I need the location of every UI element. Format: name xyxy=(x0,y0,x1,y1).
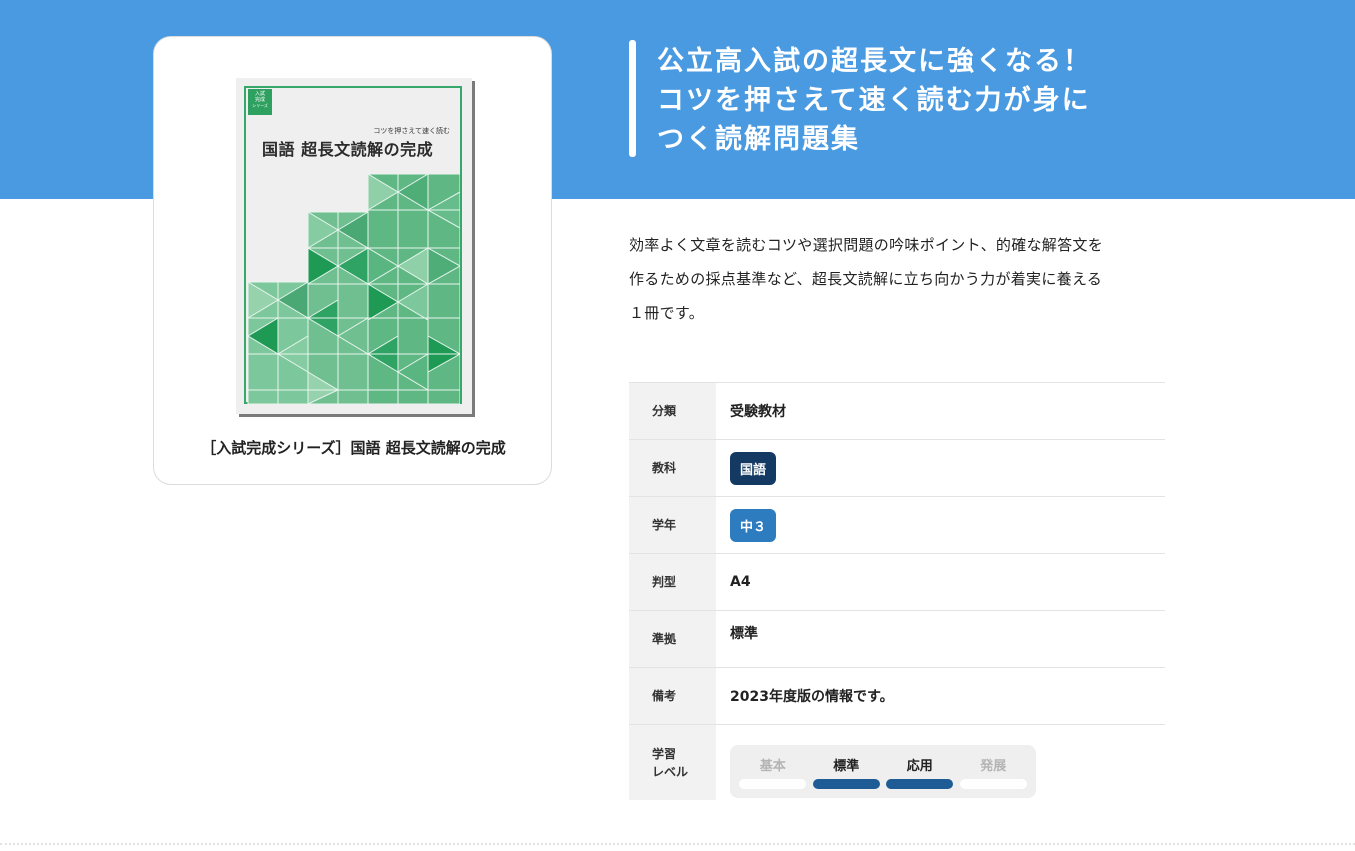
spec-row-level: 学習 レベル 基本 標準 応用 発展 xyxy=(629,725,1165,800)
spec-table: 分類 受験教材 教科 国語 学年 中３ 判型 A4 準拠 標準 備考 2023年… xyxy=(629,382,1165,800)
headline-accent-bar xyxy=(629,40,636,157)
level-bar xyxy=(959,779,1027,789)
level-indicator: 基本 標準 応用 発展 xyxy=(730,745,1036,798)
book-title-caption: ［入試完成シリーズ］国語 超長文読解の完成 xyxy=(201,439,506,457)
subject-tag: 国語 xyxy=(730,451,777,485)
section-divider xyxy=(0,843,1355,845)
spec-row-category: 分類 受験教材 xyxy=(629,383,1165,440)
cover-hexagon-art xyxy=(247,174,460,404)
level-item-basic: 基本 xyxy=(739,755,807,798)
spec-row-grade: 学年 中３ xyxy=(629,497,1165,554)
spec-row-standard: 準拠 標準 xyxy=(629,611,1165,668)
book-cover-image: 入試 完成 シリーズ コツを押さえて速く読む 国語 超長文読解の完成 xyxy=(236,78,472,414)
spec-value: 標準 xyxy=(730,626,758,642)
spec-row-size: 判型 A4 xyxy=(629,554,1165,611)
level-item-standard: 標準 xyxy=(812,755,880,798)
level-bar xyxy=(739,779,807,789)
spec-label: 準拠 xyxy=(629,611,716,667)
series-badge: 入試 完成 シリーズ xyxy=(248,89,272,115)
level-item-applied: 応用 xyxy=(886,755,954,798)
book-card: 入試 完成 シリーズ コツを押さえて速く読む 国語 超長文読解の完成 ［入試完成… xyxy=(153,36,552,485)
spec-label: 学年 xyxy=(629,497,716,553)
level-bar xyxy=(812,779,880,789)
cover-subtitle: コツを押さえて速く読む xyxy=(373,127,450,135)
spec-value: A4 xyxy=(730,574,751,590)
spec-label: 判型 xyxy=(629,554,716,610)
cover-title: 国語 超長文読解の完成 xyxy=(262,140,434,159)
level-item-advanced: 発展 xyxy=(959,755,1027,798)
spec-row-note: 備考 2023年度版の情報です。 xyxy=(629,668,1165,725)
spec-label: 教科 xyxy=(629,440,716,496)
grade-tag: 中３ xyxy=(730,508,777,542)
product-description: 効率よく文章を読むコツや選択問題の吟味ポイント、的確な解答文を 作るための採点基… xyxy=(629,236,1104,322)
spec-row-subject: 教科 国語 xyxy=(629,440,1165,497)
spec-label: 学習 レベル xyxy=(629,725,716,800)
level-bar xyxy=(886,779,954,789)
spec-value: 受験教材 xyxy=(730,404,786,420)
page-headline: 公立高入試の超長文に強くなる！ コツを押さえて速く読む力が身に つく読解問題集 xyxy=(657,46,1092,155)
spec-label: 備考 xyxy=(629,668,716,724)
spec-value: 2023年度版の情報です。 xyxy=(730,689,894,705)
spec-label: 分類 xyxy=(629,383,716,439)
